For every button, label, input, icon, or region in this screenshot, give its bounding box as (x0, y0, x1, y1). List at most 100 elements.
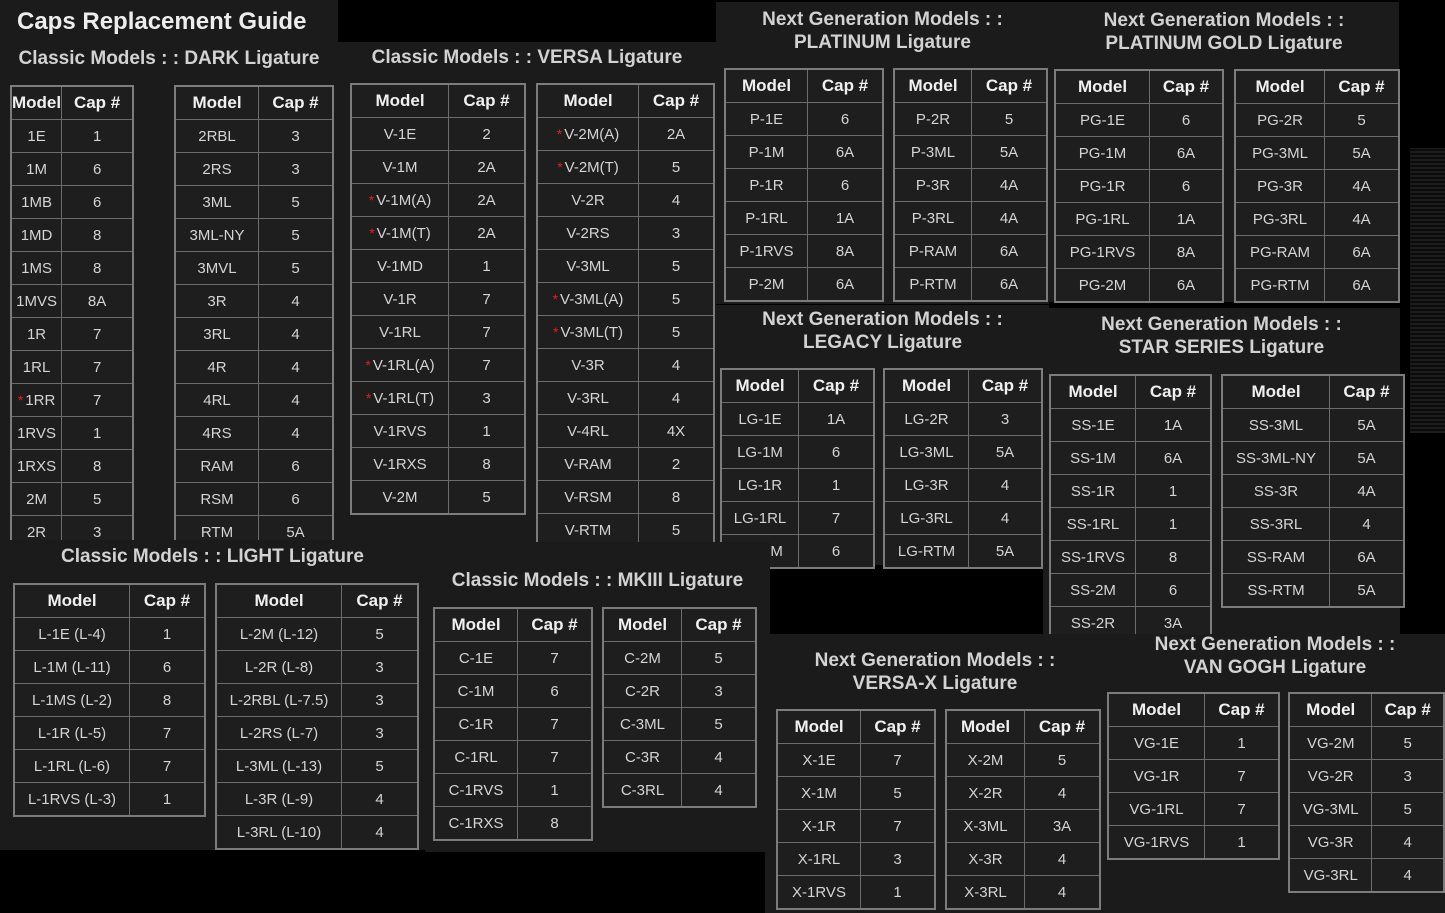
table-row: * V-1RL(A) 7 (350, 348, 526, 382)
model-value: L-3R (L-9) (244, 790, 314, 808)
model-value: L-1R (L-5) (37, 724, 107, 742)
model-value: V-2M(A) (564, 125, 620, 143)
section-title-line: PLATINUM GOLD Ligature (1105, 33, 1343, 54)
model-value: X-2R (968, 784, 1003, 802)
cap-header: Cap # (1324, 69, 1400, 104)
section-title: Classic Models : : DARK Ligature (0, 47, 338, 70)
cap-cell: 7 (798, 501, 875, 535)
table-header-row: Model Cap # (1288, 692, 1445, 727)
model-cell: V-1M (350, 150, 449, 184)
cap-cell: 4 (341, 782, 419, 816)
table-header-row: Model Cap # (13, 583, 206, 618)
model-value: VG-2R (1307, 767, 1354, 785)
model-value: C-1M (457, 682, 495, 700)
table-row: V-2RS 3 (536, 216, 715, 250)
model-value: VG-2M (1306, 734, 1355, 752)
model-cell: P-1E (724, 102, 808, 136)
model-cell: 1R (10, 317, 63, 351)
cap-cell: 5 (1371, 726, 1445, 760)
model-value: P-1RL (745, 209, 788, 227)
model-cell: RAM (174, 449, 259, 483)
model-value: X-3RL (964, 883, 1007, 901)
model-cell: V-2R (536, 183, 639, 217)
model-cell: VG-1E (1107, 726, 1205, 760)
cap-cell: 8 (61, 449, 134, 483)
table-row: 1MD 8 (10, 218, 134, 252)
section-title-line: Next Generation Models : : (762, 9, 1003, 30)
cap-cell: 8A (61, 284, 134, 318)
cap-cell: 5 (1024, 743, 1101, 777)
table-row: L-1E (L-4) 1 (13, 617, 206, 651)
cap-cell: 4A (1324, 202, 1400, 236)
cap-cell: 4 (1024, 842, 1101, 876)
cap-header: Cap # (258, 85, 334, 120)
model-value: SS-RTM (1247, 581, 1305, 599)
cap-header: Cap # (61, 85, 134, 120)
model-value: C-1RVS (448, 781, 504, 799)
cap-cell: 6 (1149, 103, 1224, 137)
section-title-line: VAN GOGH Ligature (1183, 657, 1367, 678)
table-row: P-2M 6A (724, 267, 884, 302)
table-row: 3RL 4 (174, 317, 334, 351)
model-cell: V-1RVS (350, 414, 449, 448)
cap-cell: 8 (517, 806, 593, 841)
model-value: VG-1R (1133, 767, 1180, 785)
cap-cell: 1 (1135, 474, 1212, 508)
table-row: X-3RL 4 (945, 875, 1101, 910)
table-row: 3ML-NY 5 (174, 218, 334, 252)
table-row: SS-3R 4A (1221, 474, 1405, 508)
table-row: C-1RXS 8 (433, 806, 593, 841)
model-value: VG-1RL (1129, 800, 1184, 818)
model-cell: RSM (174, 482, 259, 516)
cap-cell: 7 (61, 383, 134, 417)
model-value: 1MB (21, 193, 52, 211)
model-value: V-RSM (564, 488, 612, 506)
model-value: PG-2M (1078, 276, 1127, 294)
model-cell: 1RL (10, 350, 63, 384)
cap-cell: 8 (129, 683, 206, 717)
table-row: PG-1RL 1A (1054, 202, 1224, 236)
table-row: 4RS 4 (174, 416, 334, 450)
table-row: SS-1M 6A (1049, 441, 1212, 475)
cap-cell: 8A (1149, 235, 1224, 269)
cap-cell: 7 (129, 716, 206, 750)
model-value: L-1M (L-11) (33, 658, 111, 676)
table-row: V-2R 4 (536, 183, 715, 217)
model-value: 1E (27, 127, 46, 145)
model-value: C-2M (624, 649, 661, 667)
model-header: Model (893, 68, 972, 103)
table-row: C-3R 4 (602, 740, 757, 774)
section-title: Classic Models : : MKIII Ligature (425, 569, 770, 592)
table-row: PG-1R 6 (1054, 169, 1224, 203)
table-row: 1E 1 (10, 119, 134, 153)
model-cell: PG-1R (1054, 169, 1150, 203)
model-value: P-3R (915, 176, 951, 194)
cap-table: Model Cap # * V-2M(A) 2A * V-2M(T) 5 V-2R 4 V-2RS 3… (536, 83, 715, 548)
model-value: V-1RL(T) (373, 389, 435, 407)
table-header-row: Model Cap # (724, 68, 884, 103)
cap-cell: 5 (448, 480, 526, 515)
model-cell: C-1RXS (433, 806, 518, 841)
cap-cell: 5 (258, 251, 334, 285)
model-value: X-1R (801, 817, 837, 835)
model-cell: C-1M (433, 674, 518, 708)
table-row: 1MS 8 (10, 251, 134, 285)
model-value: LG-1R (737, 476, 783, 494)
model-cell: L-3ML (L-13) (215, 749, 342, 783)
model-value: 1RL (22, 358, 51, 376)
cap-cell: 2A (448, 150, 526, 184)
cap-cell: 5 (341, 749, 419, 783)
model-header: Model (602, 607, 682, 642)
table-row: LG-2R 3 (883, 402, 1043, 436)
model-cell: * V-2M(T) (536, 150, 639, 184)
cap-cell: 2A (448, 216, 526, 250)
model-value: L-1RVS (L-3) (27, 790, 117, 808)
model-value: VG-3R (1307, 833, 1354, 851)
cap-cell: 6A (1149, 268, 1224, 303)
model-value: V-1RL (379, 323, 421, 341)
model-value: X-1M (801, 784, 837, 802)
model-header: Model (174, 85, 259, 120)
model-value: 1RR (25, 391, 56, 409)
table-row: 1R 7 (10, 317, 134, 351)
cap-cell: 6 (807, 102, 884, 136)
